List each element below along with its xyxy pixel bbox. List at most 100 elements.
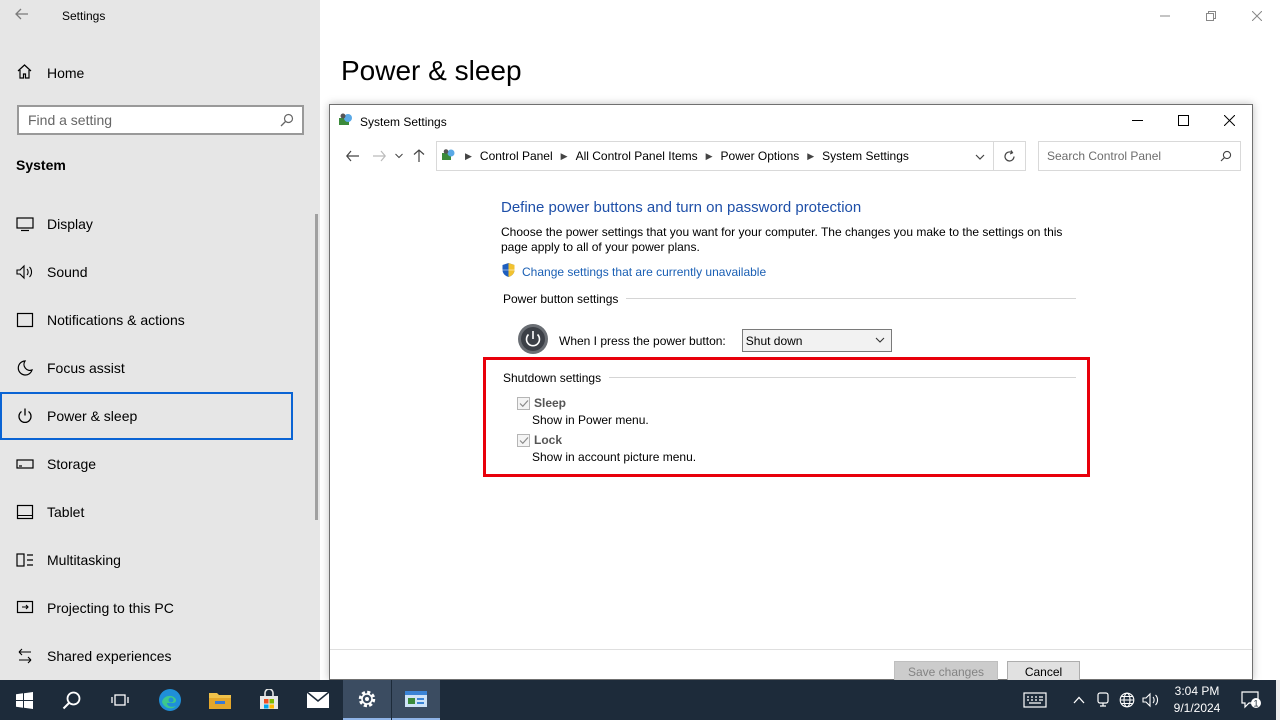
store-icon[interactable]: [245, 680, 293, 720]
sidebar-item-label: Storage: [47, 456, 97, 472]
find-setting-input[interactable]: Find a setting: [17, 105, 304, 135]
taskbar: 3:04 PM 9/1/2024 1: [0, 680, 1280, 720]
sidebar-item-power-sleep[interactable]: Power & sleep: [0, 392, 293, 440]
sidebar-item-focus-assist[interactable]: Focus assist: [0, 344, 293, 392]
page-heading: Define power buttons and turn on passwor…: [501, 199, 862, 216]
sidebar-item-storage[interactable]: Storage: [0, 440, 293, 488]
dialog-title: System Settings: [360, 114, 447, 129]
search-icon[interactable]: [48, 680, 96, 720]
settings-window-controls: [1142, 0, 1280, 32]
minimize-button[interactable]: [1142, 0, 1188, 32]
breadcrumb-control-panel[interactable]: Control Panel: [480, 149, 553, 163]
app-title: Settings: [62, 9, 106, 23]
sidebar-item-multitasking[interactable]: Multitasking: [0, 536, 293, 584]
address-dropdown-icon[interactable]: [975, 150, 985, 164]
volume-icon[interactable]: [1140, 680, 1162, 720]
search-icon[interactable]: [1220, 150, 1232, 165]
sidebar-scrollbar[interactable]: [315, 214, 318, 520]
task-view-icon[interactable]: [96, 680, 144, 720]
sidebar-item-shared-experiences[interactable]: Shared experiences: [0, 632, 293, 680]
home-nav-item[interactable]: Home: [16, 62, 84, 84]
edge-browser-icon[interactable]: [146, 680, 194, 720]
show-desktop-button[interactable]: [1276, 680, 1280, 720]
search-icon[interactable]: [280, 113, 294, 127]
sidebar-item-label: Shared experiences: [47, 648, 172, 664]
sidebar-item-sound[interactable]: Sound: [0, 248, 293, 296]
file-explorer-icon[interactable]: [196, 680, 244, 720]
device-icon[interactable]: [1092, 680, 1114, 720]
breadcrumb-separator-icon[interactable]: ▶: [807, 151, 814, 162]
sidebar-item-label: Projecting to this PC: [47, 600, 174, 616]
breadcrumb-separator-icon[interactable]: ▶: [465, 151, 472, 162]
storage-icon: [16, 455, 34, 473]
breadcrumb-power-options[interactable]: Power Options: [721, 149, 800, 163]
dialog-window-controls: [1114, 105, 1252, 135]
page-title: Power & sleep: [341, 55, 522, 86]
control-panel-taskbar-icon[interactable]: [392, 680, 440, 720]
restore-button[interactable]: [1188, 0, 1234, 32]
home-label: Home: [47, 65, 85, 81]
dialog-maximize-button[interactable]: [1160, 105, 1206, 135]
action-center-icon[interactable]: 1: [1234, 680, 1268, 720]
mail-icon[interactable]: [294, 680, 342, 720]
start-windows-icon[interactable]: [0, 680, 48, 720]
notification-count: 1: [1253, 699, 1258, 709]
power-button-icon: [517, 323, 549, 358]
close-button[interactable]: [1234, 0, 1280, 32]
dialog-close-button[interactable]: [1206, 105, 1252, 135]
section-title: System: [16, 157, 66, 173]
power-button-action-select[interactable]: Shut down: [741, 329, 892, 352]
back-icon[interactable]: [340, 145, 366, 167]
up-icon[interactable]: [406, 145, 432, 167]
display-icon: [16, 215, 34, 233]
sidebar-item-display[interactable]: Display: [0, 200, 293, 248]
breadcrumb-system-settings[interactable]: System Settings: [822, 149, 909, 163]
sidebar-item-label: Focus assist: [47, 360, 125, 376]
power-button-row: When I press the power button: Shut down: [517, 323, 892, 358]
settings-sidebar: Settings Home Find a setting System Disp…: [0, 0, 320, 680]
clock-date: 9/1/2024: [1173, 701, 1221, 715]
change-settings-label[interactable]: Change settings that are currently unava…: [522, 265, 766, 279]
refresh-icon[interactable]: [993, 142, 1025, 170]
notifications-icon: [16, 311, 34, 329]
projecting-icon: [16, 599, 34, 617]
moon-icon: [16, 359, 34, 377]
network-globe-icon[interactable]: [1116, 680, 1138, 720]
sidebar-item-projecting[interactable]: Projecting to this PC: [0, 584, 293, 632]
control-panel-icon: [338, 112, 354, 131]
power-button-settings-title: Power button settings: [503, 292, 627, 306]
breadcrumb-all-items[interactable]: All Control Panel Items: [576, 149, 698, 163]
taskbar-clock[interactable]: 3:04 PM 9/1/2024: [1162, 683, 1232, 717]
highlight-box: [483, 357, 1090, 477]
settings-gear-icon[interactable]: [343, 680, 391, 720]
chevron-up-icon[interactable]: [1068, 680, 1090, 720]
nav-arrows: [340, 145, 432, 167]
page-description: Choose the power settings that you want …: [501, 225, 1063, 254]
search-control-panel-input[interactable]: Search Control Panel: [1038, 141, 1241, 171]
power-button-action-value: Shut down: [745, 333, 803, 348]
dialog-minimize-button[interactable]: [1114, 105, 1160, 135]
shared-icon: [16, 647, 34, 665]
button-bar-divider: [330, 649, 1252, 650]
breadcrumb-separator-icon[interactable]: ▶: [561, 151, 568, 162]
sidebar-item-label: Notifications & actions: [47, 312, 185, 328]
recent-locations-chevron-icon[interactable]: [392, 145, 406, 167]
sidebar-item-label: Power & sleep: [47, 408, 138, 424]
sidebar-item-label: Multitasking: [47, 552, 121, 568]
input-keyboard-icon[interactable]: [1018, 680, 1052, 720]
back-arrow-icon[interactable]: [14, 6, 36, 26]
uac-shield-icon: [501, 262, 516, 281]
clock-time: 3:04 PM: [1174, 684, 1220, 698]
address-bar[interactable]: ▶ Control Panel ▶ All Control Panel Item…: [436, 141, 1026, 171]
breadcrumb-separator-icon[interactable]: ▶: [706, 151, 713, 162]
sidebar-item-label: Sound: [47, 264, 88, 280]
change-settings-link[interactable]: Change settings that are currently unava…: [501, 262, 766, 281]
sidebar-item-notifications[interactable]: Notifications & actions: [0, 296, 293, 344]
home-icon: [16, 63, 33, 83]
sidebar-item-tablet[interactable]: Tablet: [0, 488, 293, 536]
forward-icon[interactable]: [366, 145, 392, 167]
system-settings-dialog: System Settings ▶ Control Panel ▶ All Co…: [329, 104, 1253, 683]
power-button-label: When I press the power button:: [559, 333, 726, 348]
dialog-titlebar: System Settings: [338, 112, 447, 131]
sound-icon: [16, 263, 34, 281]
